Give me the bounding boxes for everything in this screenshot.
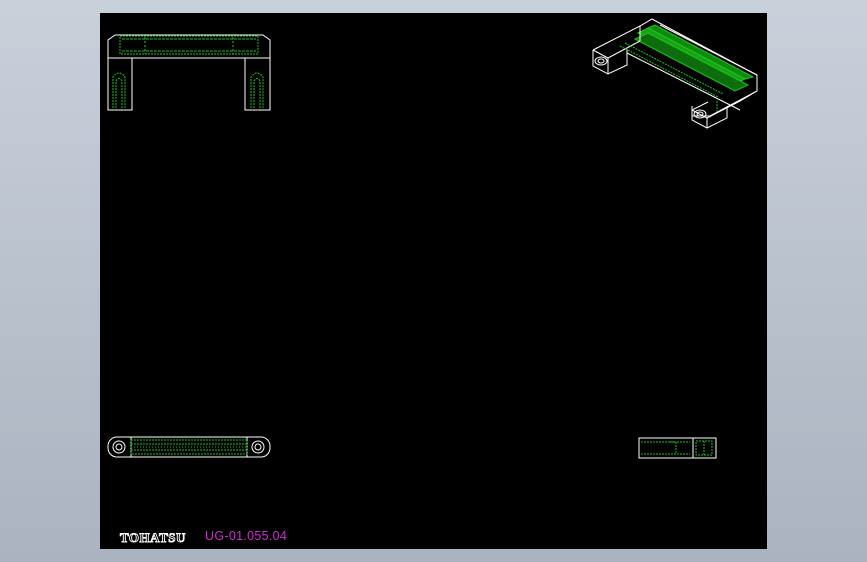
front-view: [107, 34, 271, 111]
isometric-view: [592, 18, 758, 129]
top-view: [107, 436, 271, 458]
drawing-sheet: TOHATSU UG-01.055.04: [100, 13, 767, 549]
part-number: UG-01.055.04: [205, 529, 288, 543]
company-logo: TOHATSU: [120, 530, 186, 546]
cad-drawing-canvas: [107, 18, 758, 459]
side-view: [638, 437, 717, 459]
